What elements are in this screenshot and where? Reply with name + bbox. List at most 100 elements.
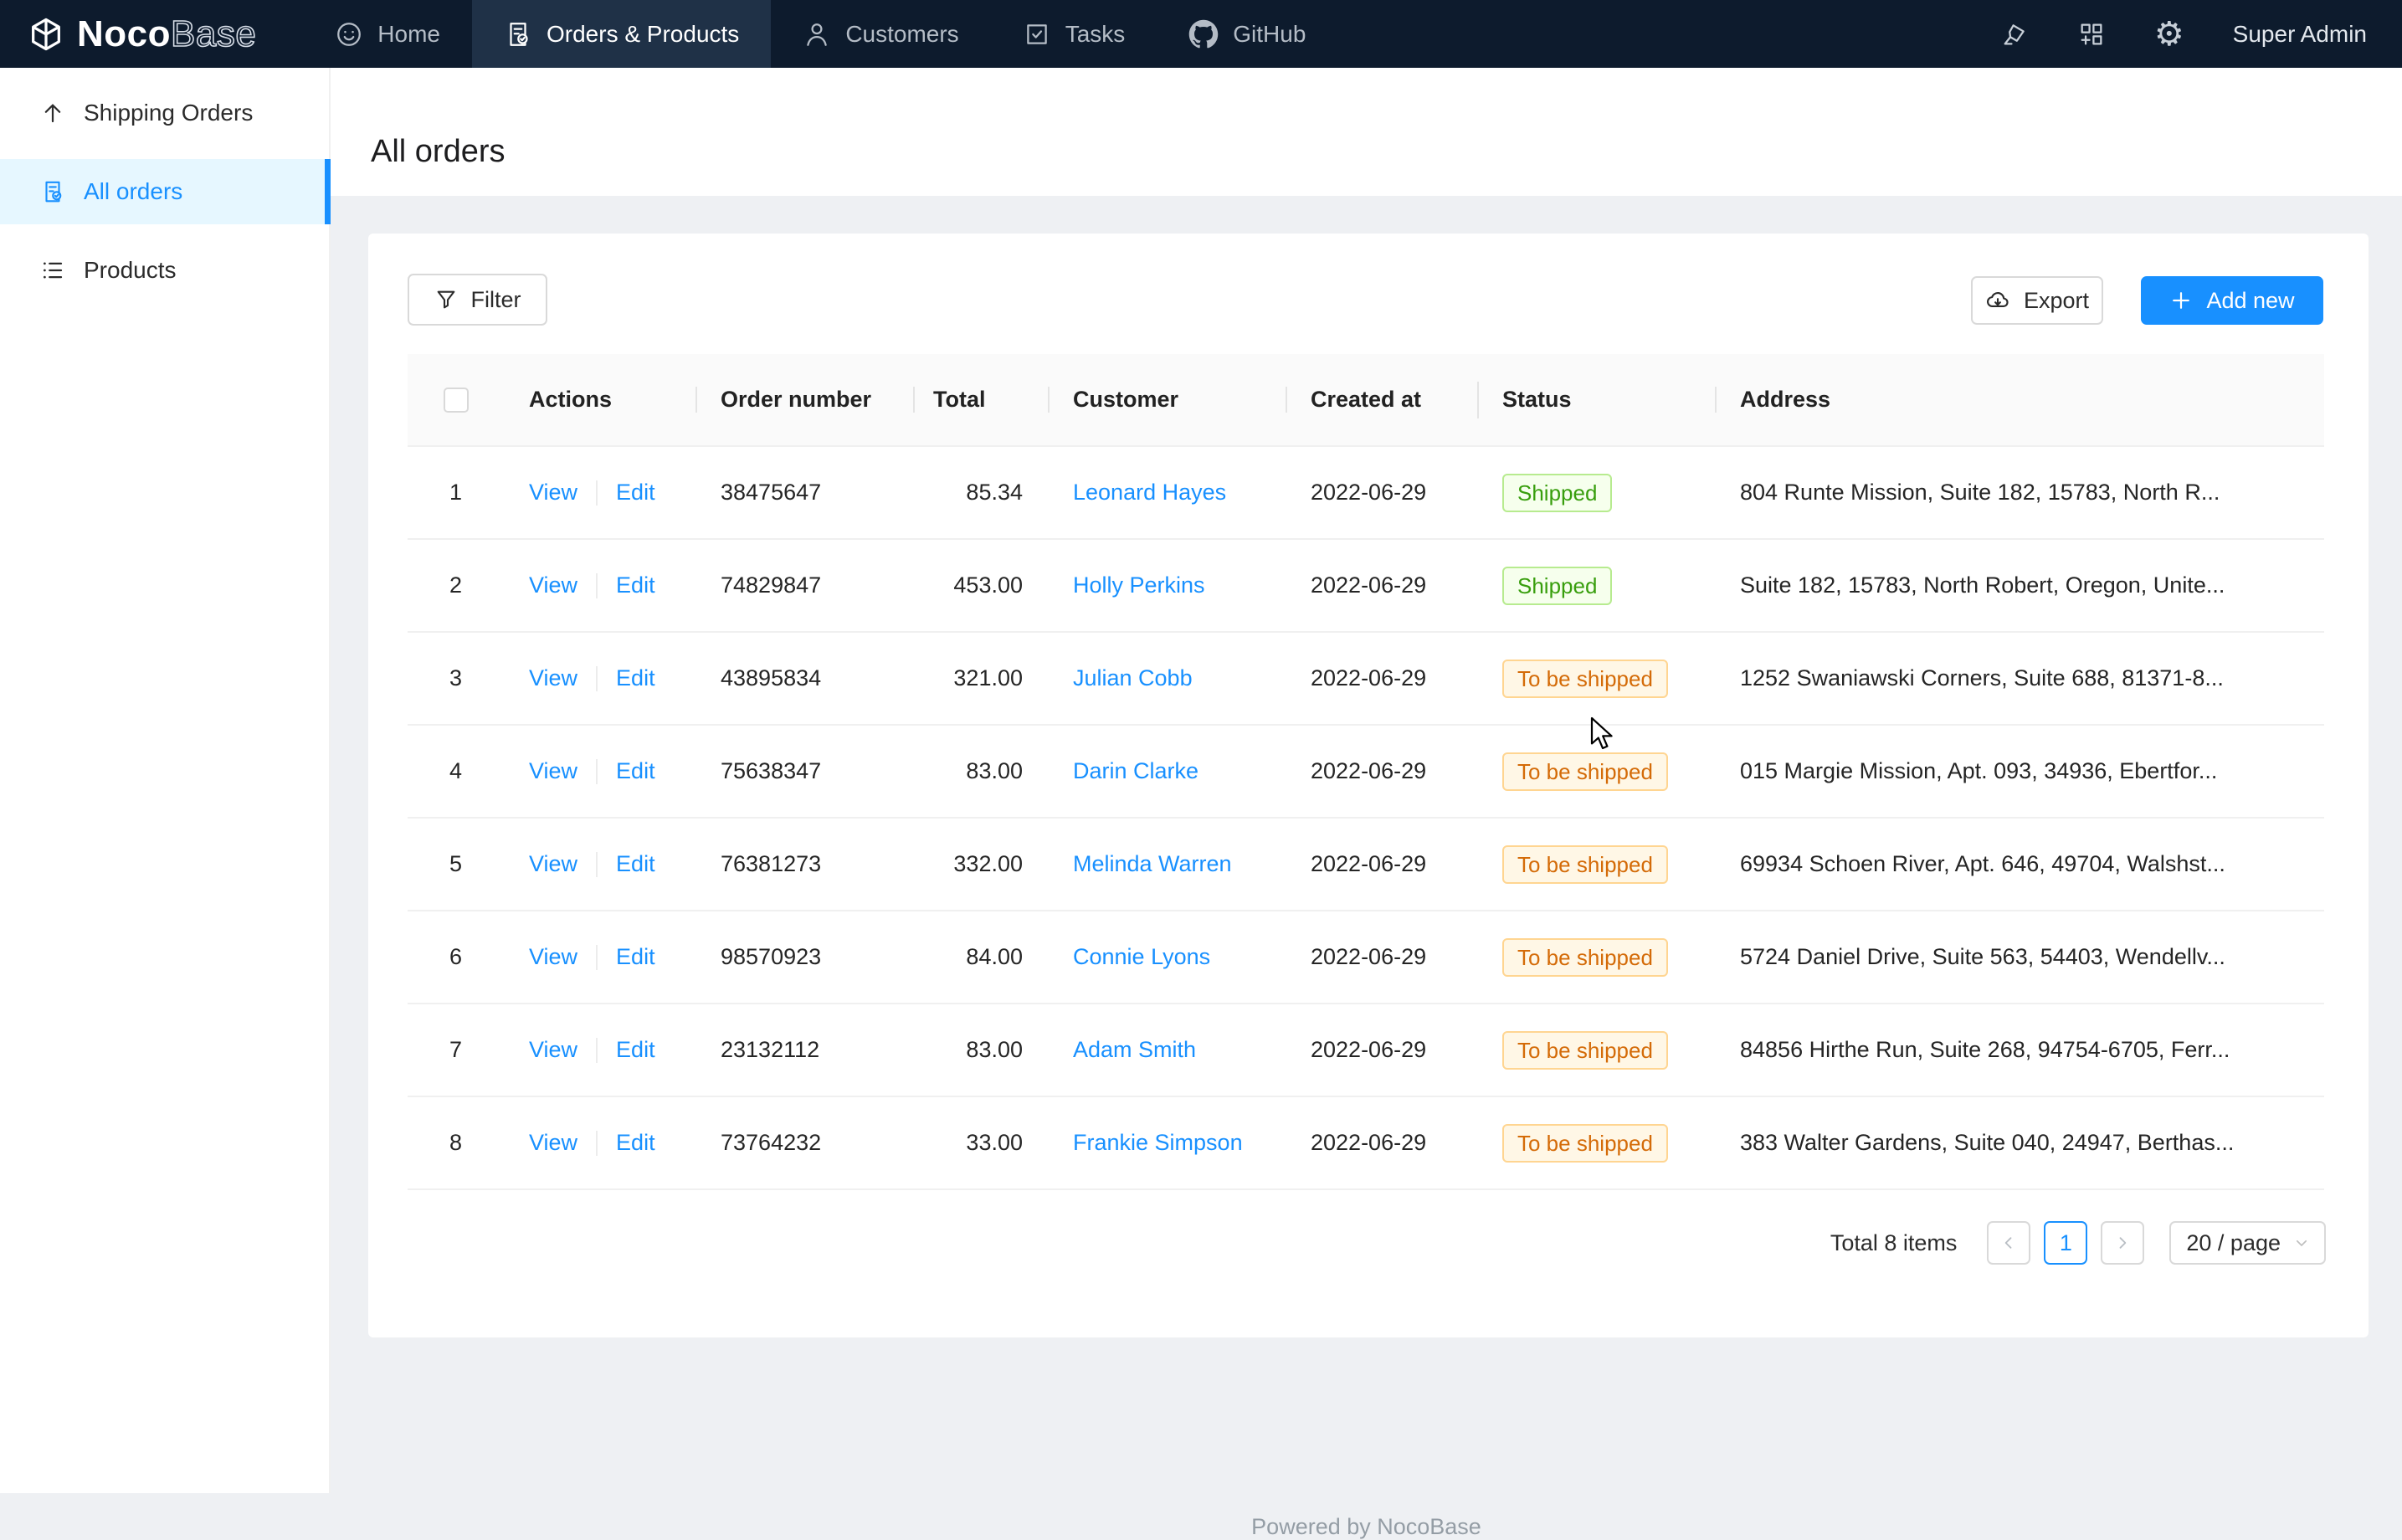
- next-page-button[interactable]: [2101, 1221, 2144, 1265]
- status-badge: To be shipped: [1502, 1031, 1668, 1070]
- smiley-icon: [335, 20, 363, 49]
- address-cell: 84856 Hirthe Run, Suite 268, 94754-6705,…: [1715, 1037, 2269, 1063]
- view-link[interactable]: View: [529, 851, 577, 877]
- customer-link[interactable]: Julian Cobb: [1073, 665, 1193, 690]
- row-index: 3: [449, 665, 462, 691]
- actions-divider: [596, 480, 598, 506]
- add-new-button[interactable]: Add new: [2141, 276, 2323, 325]
- status-badge: To be shipped: [1502, 1124, 1668, 1163]
- nav-tabs: Home Orders & Products: [303, 0, 1337, 68]
- edit-link[interactable]: Edit: [616, 944, 655, 970]
- nocobase-cube-icon: [27, 15, 65, 54]
- nav-tab-orders-products[interactable]: Orders & Products: [472, 0, 771, 68]
- nav-tab-customers[interactable]: Customers: [771, 0, 990, 68]
- row-index: 2: [449, 572, 462, 598]
- main-area: All orders Filter: [331, 68, 2402, 1493]
- nocobase-app: NocoBase Home: [0, 0, 2402, 1493]
- edit-link[interactable]: Edit: [616, 851, 655, 877]
- customer-link[interactable]: Holly Perkins: [1073, 572, 1205, 598]
- address-cell: Suite 182, 15783, North Robert, Oregon, …: [1715, 572, 2269, 598]
- actions-divider: [596, 759, 598, 784]
- plugin-blocks-icon[interactable]: [2077, 20, 2106, 49]
- powered-by-footer: Powered by NocoBase: [331, 1514, 2402, 1540]
- view-link[interactable]: View: [529, 480, 577, 506]
- logo-noco: Noco: [77, 13, 171, 55]
- table-row: 7 View Edit 23132112 83.00 Adam Smith 20…: [408, 1004, 2324, 1097]
- edit-link[interactable]: Edit: [616, 480, 655, 506]
- edit-link[interactable]: Edit: [616, 572, 655, 598]
- export-button[interactable]: Export: [1971, 276, 2103, 325]
- prev-page-button[interactable]: [1987, 1221, 2030, 1265]
- chevron-down-icon: [2294, 1235, 2309, 1250]
- settings-gear-icon[interactable]: ⚙: [2154, 18, 2184, 51]
- customer-link[interactable]: Frankie Simpson: [1073, 1130, 1243, 1155]
- file-check-icon: [40, 179, 65, 204]
- header-created-at: Created at: [1286, 387, 1477, 413]
- customer-link[interactable]: Darin Clarke: [1073, 758, 1198, 783]
- page-title: All orders: [371, 134, 506, 170]
- address-cell: 015 Margie Mission, Apt. 093, 34936, Ebe…: [1715, 758, 2269, 784]
- arrow-up-icon: [40, 100, 65, 126]
- actions-divider: [596, 945, 598, 970]
- row-select-cell: 3: [408, 665, 504, 691]
- orders-card: Filter Export: [368, 234, 2369, 1337]
- total-cell: 84.00: [913, 944, 1048, 970]
- select-all-checkbox[interactable]: [444, 388, 469, 413]
- pagination-total: Total 8 items: [1830, 1230, 1958, 1256]
- sidebar-item-all-orders[interactable]: All orders: [0, 159, 329, 224]
- nav-tab-label: Tasks: [1065, 21, 1126, 48]
- order-number-cell: 74829847: [695, 572, 913, 598]
- page-size-value: 20 / page: [2186, 1230, 2281, 1256]
- nav-tab-label: Orders & Products: [547, 21, 739, 48]
- header-status: Status: [1477, 387, 1715, 413]
- address-cell: 5724 Daniel Drive, Suite 563, 54403, Wen…: [1715, 944, 2269, 970]
- user-menu[interactable]: Super Admin: [2233, 21, 2367, 48]
- page-size-select[interactable]: 20 / page: [2169, 1221, 2326, 1265]
- customer-cell: Connie Lyons: [1048, 944, 1286, 970]
- nav-tab-home[interactable]: Home: [303, 0, 472, 68]
- actions-divider: [596, 1038, 598, 1063]
- orders-table: Actions Order number Total Customer Crea…: [408, 354, 2324, 1190]
- page-1-button[interactable]: 1: [2044, 1221, 2087, 1265]
- edit-link[interactable]: Edit: [616, 1130, 655, 1156]
- nocobase-logo[interactable]: NocoBase: [0, 0, 256, 68]
- created-at-cell: 2022-06-29: [1286, 572, 1477, 598]
- nav-tab-tasks[interactable]: Tasks: [991, 0, 1157, 68]
- status-badge: Shipped: [1502, 474, 1612, 512]
- edit-link[interactable]: Edit: [616, 665, 655, 691]
- customer-link[interactable]: Leonard Hayes: [1073, 480, 1226, 505]
- address-cell: 69934 Schoen River, Apt. 646, 49704, Wal…: [1715, 851, 2269, 877]
- customer-link[interactable]: Adam Smith: [1073, 1037, 1196, 1062]
- status-badge: To be shipped: [1502, 752, 1668, 791]
- view-link[interactable]: View: [529, 1130, 577, 1156]
- github-icon: [1188, 19, 1219, 49]
- filter-button[interactable]: Filter: [408, 274, 547, 326]
- navbar-right: ⚙ Super Admin: [2000, 0, 2402, 68]
- address-cell: 1252 Swaniawski Corners, Suite 688, 8137…: [1715, 665, 2269, 691]
- nav-tab-github[interactable]: GitHub: [1157, 0, 1337, 68]
- table-header: Actions Order number Total Customer Crea…: [408, 354, 2324, 447]
- edit-link[interactable]: Edit: [616, 1037, 655, 1063]
- sidebar-item-shipping-orders[interactable]: Shipping Orders: [0, 80, 329, 146]
- edit-link[interactable]: Edit: [616, 758, 655, 784]
- view-link[interactable]: View: [529, 944, 577, 970]
- actions-divider: [596, 852, 598, 877]
- cloud-download-icon: [1985, 288, 2010, 313]
- view-link[interactable]: View: [529, 665, 577, 691]
- sidebar-item-label: All orders: [84, 178, 182, 205]
- sidebar-item-products[interactable]: Products: [0, 238, 329, 303]
- highlighter-icon[interactable]: [2000, 20, 2029, 49]
- row-index: 1: [449, 480, 462, 506]
- customer-link[interactable]: Melinda Warren: [1073, 851, 1232, 876]
- export-label: Export: [2024, 288, 2089, 314]
- customer-cell: Adam Smith: [1048, 1037, 1286, 1063]
- view-link[interactable]: View: [529, 758, 577, 784]
- table-row: 8 View Edit 73764232 33.00 Frankie Simps…: [408, 1097, 2324, 1190]
- customer-link[interactable]: Connie Lyons: [1073, 944, 1210, 969]
- total-cell: 321.00: [913, 665, 1048, 691]
- view-link[interactable]: View: [529, 572, 577, 598]
- created-at-cell: 2022-06-29: [1286, 851, 1477, 877]
- header-actions: Actions: [504, 387, 695, 413]
- view-link[interactable]: View: [529, 1037, 577, 1063]
- created-at-cell: 2022-06-29: [1286, 665, 1477, 691]
